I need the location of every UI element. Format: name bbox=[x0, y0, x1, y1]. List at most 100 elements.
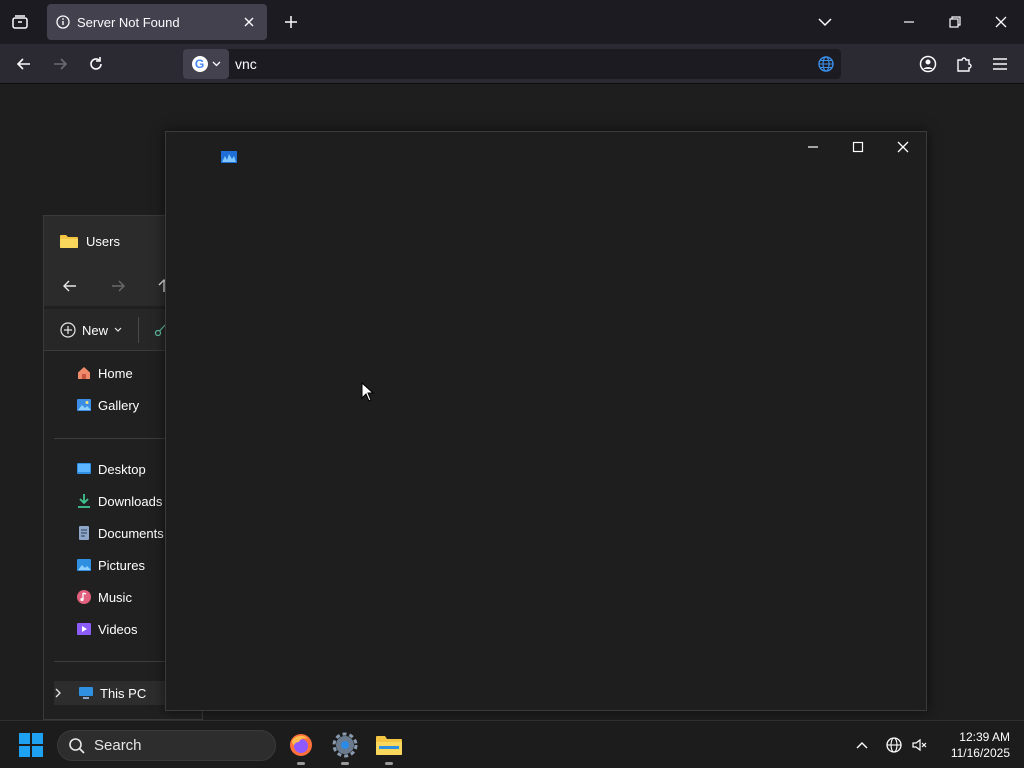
system-clock[interactable]: 12:39 AM 11/16/2025 bbox=[948, 729, 1010, 761]
taskbar-settings-button[interactable] bbox=[325, 725, 365, 765]
translate-icon[interactable] bbox=[817, 55, 835, 73]
back-button[interactable] bbox=[10, 50, 38, 78]
sidebar-item-label: Videos bbox=[98, 621, 138, 637]
search-engine-selector[interactable]: G bbox=[183, 49, 229, 79]
browser-tab[interactable]: Server Not Found bbox=[47, 4, 267, 40]
explorer-back-button[interactable] bbox=[62, 278, 78, 299]
folder-icon bbox=[60, 234, 78, 248]
restore-browser-button[interactable] bbox=[932, 0, 978, 44]
url-bar[interactable]: G vnc bbox=[183, 49, 841, 79]
account-button[interactable] bbox=[914, 50, 942, 78]
search-label: Search bbox=[94, 737, 142, 754]
minimize-button[interactable] bbox=[790, 132, 836, 162]
maximize-button[interactable] bbox=[835, 132, 881, 162]
tab-close-button[interactable] bbox=[239, 12, 259, 32]
videos-icon bbox=[76, 621, 92, 637]
chevron-up-icon bbox=[856, 742, 868, 749]
google-icon: G bbox=[191, 56, 208, 72]
reload-button[interactable] bbox=[82, 50, 110, 78]
gallery-icon bbox=[76, 397, 92, 413]
url-input[interactable]: vnc bbox=[235, 56, 817, 72]
tab-list-button[interactable] bbox=[6, 8, 34, 36]
arrow-right-icon bbox=[54, 58, 68, 70]
arrow-right-icon bbox=[112, 280, 125, 292]
sidebar-item-label: Pictures bbox=[98, 557, 145, 573]
downloads-icon bbox=[76, 493, 92, 509]
music-icon bbox=[76, 589, 92, 605]
running-indicator bbox=[341, 762, 349, 765]
close-icon bbox=[897, 141, 909, 153]
windows-icon bbox=[19, 733, 43, 757]
running-indicator bbox=[297, 762, 305, 765]
close-icon bbox=[995, 16, 1007, 28]
menu-button[interactable] bbox=[986, 50, 1014, 78]
chevron-down-icon bbox=[212, 61, 220, 67]
reload-icon bbox=[90, 57, 102, 70]
new-button-label: New bbox=[82, 322, 109, 338]
minimize-icon bbox=[808, 146, 818, 148]
show-hidden-icons-button[interactable] bbox=[850, 733, 874, 757]
tab-list-icon bbox=[12, 15, 28, 29]
taskbar-firefox-button[interactable] bbox=[281, 725, 321, 765]
forward-button[interactable] bbox=[46, 50, 74, 78]
clock-time: 12:39 AM bbox=[959, 730, 1010, 744]
chevron-down-icon bbox=[818, 18, 832, 27]
taskbar-file-explorer-button[interactable] bbox=[369, 725, 409, 765]
browser-tab-bar: Server Not Found bbox=[0, 0, 1024, 44]
desktop-icon bbox=[76, 461, 92, 477]
close-browser-button[interactable] bbox=[978, 0, 1024, 44]
explorer-title: Users bbox=[86, 233, 120, 249]
home-icon bbox=[76, 365, 92, 381]
account-icon bbox=[919, 55, 937, 73]
tab-title: Server Not Found bbox=[77, 14, 180, 30]
globe-icon bbox=[886, 737, 902, 753]
file-explorer-icon bbox=[376, 736, 402, 755]
close-icon bbox=[244, 17, 254, 27]
speaker-muted-icon bbox=[912, 738, 927, 752]
chevron-right-icon bbox=[55, 688, 61, 698]
browser-nav-bar: G vnc bbox=[0, 44, 1024, 84]
taskbar-search-box[interactable]: Search bbox=[57, 730, 276, 761]
sidebar-item-label: Desktop bbox=[98, 461, 146, 477]
this-pc-icon bbox=[78, 685, 94, 701]
extensions-button[interactable] bbox=[950, 50, 978, 78]
sidebar-item-label: Music bbox=[98, 589, 132, 605]
restore-icon bbox=[949, 16, 961, 28]
sidebar-item-label: Home bbox=[98, 365, 133, 381]
explorer-forward-button[interactable] bbox=[110, 278, 126, 299]
plus-icon bbox=[285, 16, 297, 28]
sidebar-item-label: Gallery bbox=[98, 397, 140, 413]
arrow-left-icon bbox=[63, 280, 76, 292]
clock-date: 11/16/2025 bbox=[950, 746, 1010, 760]
running-indicator bbox=[385, 762, 393, 765]
documents-icon bbox=[76, 525, 92, 541]
search-icon bbox=[69, 737, 85, 754]
pictures-icon bbox=[76, 557, 92, 573]
firefox-icon bbox=[290, 734, 312, 756]
list-all-tabs-button[interactable] bbox=[802, 0, 848, 44]
arrow-left-icon bbox=[16, 58, 30, 70]
settings-gear-icon bbox=[332, 732, 358, 758]
info-icon bbox=[56, 15, 70, 29]
start-button[interactable] bbox=[18, 732, 44, 758]
blank-app-window[interactable] bbox=[165, 131, 927, 711]
mouse-cursor-icon bbox=[361, 381, 375, 402]
chevron-down-icon bbox=[114, 327, 122, 332]
close-button[interactable] bbox=[880, 132, 926, 162]
command-separator bbox=[138, 317, 139, 343]
app-icon bbox=[221, 150, 237, 163]
new-tab-button[interactable] bbox=[277, 8, 305, 36]
sidebar-item-label: This PC bbox=[100, 685, 147, 701]
maximize-icon bbox=[852, 141, 864, 153]
taskbar: Search 12:39 AM 11/16/2025 bbox=[0, 720, 1024, 768]
hamburger-icon bbox=[993, 58, 1007, 70]
sidebar-item-label: Downloads bbox=[98, 493, 163, 509]
new-button[interactable]: New bbox=[60, 319, 122, 341]
network-button[interactable] bbox=[882, 733, 906, 757]
sidebar-item-label: Documents bbox=[98, 525, 164, 541]
volume-button[interactable] bbox=[908, 733, 932, 757]
plus-circle-icon bbox=[60, 322, 76, 338]
puzzle-icon bbox=[957, 57, 972, 72]
minimize-icon bbox=[904, 21, 914, 23]
minimize-browser-button[interactable] bbox=[886, 0, 932, 44]
